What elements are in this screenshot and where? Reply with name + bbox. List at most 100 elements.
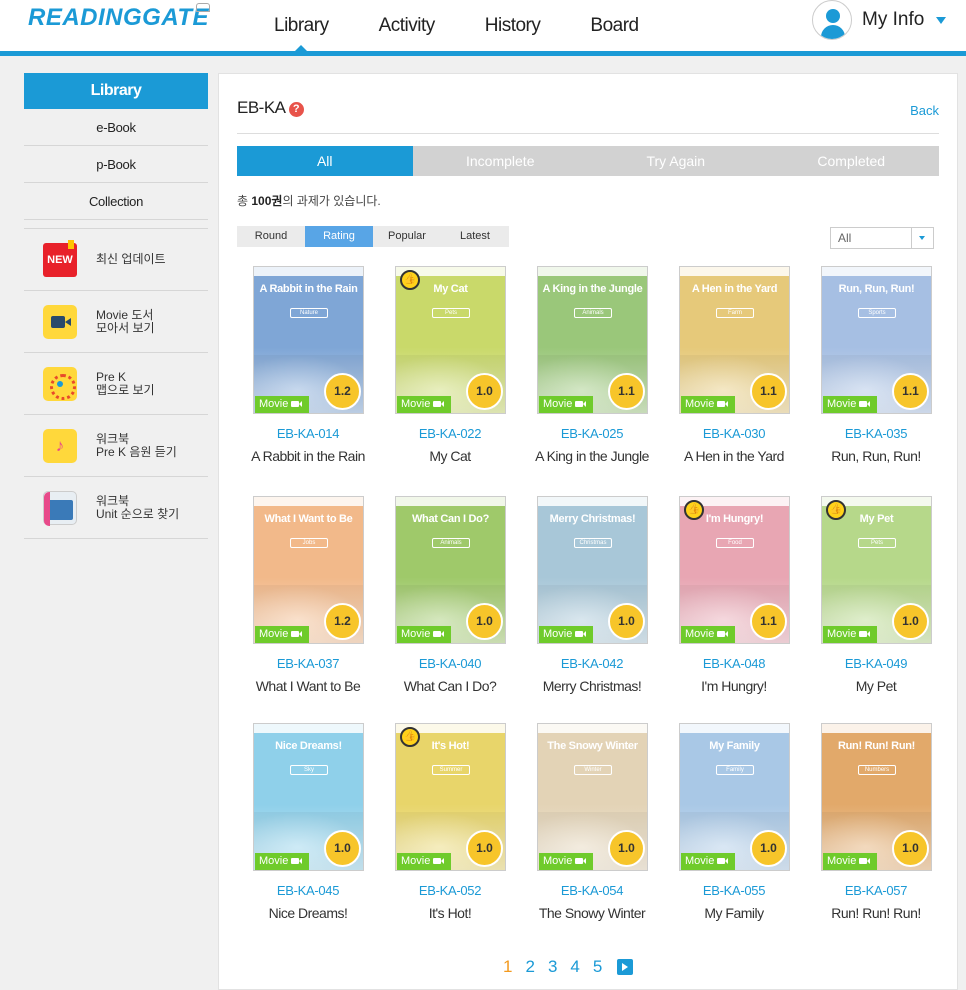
book-code[interactable]: EB-KA-048 (663, 656, 805, 671)
book-code[interactable]: EB-KA-057 (805, 883, 947, 898)
tab-completed[interactable]: Completed (764, 146, 940, 176)
sort-popular[interactable]: Popular (373, 226, 441, 247)
book-code[interactable]: EB-KA-040 (379, 656, 521, 671)
level-badge: 1.0 (466, 603, 503, 640)
movie-badge[interactable]: Movie (681, 396, 735, 413)
book-card[interactable]: Nice Dreams! Sky Movie 1.0 EB-KA-045 Nice Dre… (237, 723, 379, 956)
tab-incomplete[interactable]: Incomplete (413, 146, 589, 176)
movie-badge[interactable]: Movie (823, 626, 877, 643)
sidebar-item-latest-update[interactable]: NEW 최신 업데이트 (24, 229, 208, 291)
book-code[interactable]: EB-KA-037 (237, 656, 379, 671)
next-page-icon[interactable] (617, 959, 634, 975)
movie-badge[interactable]: Movie (255, 853, 309, 870)
sidebar-item-movie-books[interactable]: Movie 도서 모아서 보기 (24, 291, 208, 353)
page-1[interactable]: 1 (503, 957, 512, 977)
book-cover[interactable]: A Rabbit in the Rain Nature Movie 1.2 (253, 266, 364, 414)
book-card[interactable]: Merry Christmas! Christmas Movie 1.0 EB-KA-0… (521, 496, 663, 726)
nav-board[interactable]: Board (574, 0, 654, 51)
book-card[interactable]: A King in the Jungle Animals Movie 1.1 EB-KA… (521, 266, 663, 496)
back-link[interactable]: Back (910, 103, 939, 118)
book-cover[interactable]: It's Hot! Summer 👍 Movie 1.0 (395, 723, 506, 871)
book-code[interactable]: EB-KA-055 (663, 883, 805, 898)
book-card[interactable]: My Pet Pets 👍 Movie 1.0 EB-KA-049 My Pet (805, 496, 947, 726)
tab-try-again[interactable]: Try Again (588, 146, 764, 176)
movie-label: Movie (543, 398, 573, 410)
book-cover[interactable]: I'm Hungry! Food 👍 Movie 1.1 (679, 496, 790, 644)
book-card[interactable]: The Snowy Winter Winter Movie 1.0 EB-KA-054 T… (521, 723, 663, 956)
sidebar-item-workbook-unit[interactable]: 워크북 Unit 순으로 찾기 (24, 477, 208, 539)
book-cover[interactable]: The Snowy Winter Winter Movie 1.0 (537, 723, 648, 871)
book-cover[interactable]: Run, Run, Run! Sports Movie 1.1 (821, 266, 932, 414)
readinggate-logo[interactable]: READINGGATE (28, 3, 210, 32)
sidebar-item-prek-map[interactable]: Pre K 맵으로 보기 (24, 353, 208, 415)
cover-title: My Family (709, 740, 760, 752)
sort-rating[interactable]: Rating (305, 226, 373, 247)
book-code[interactable]: EB-KA-045 (237, 883, 379, 898)
sidebar-item-workbook-audio[interactable]: 워크북 Pre K 음원 듣기 (24, 415, 208, 477)
book-card[interactable]: A Hen in the Yard Farm Movie 1.1 EB-KA-030 A … (663, 266, 805, 496)
book-card[interactable]: My Cat Pets 👍 Movie 1.0 EB-KA-022 My Cat (379, 266, 521, 496)
book-card[interactable]: My Family Family Movie 1.0 EB-KA-055 My Famil… (663, 723, 805, 956)
movie-badge[interactable]: Movie (255, 396, 309, 413)
book-code[interactable]: EB-KA-022 (379, 426, 521, 441)
sidebar-title[interactable]: Library (24, 73, 208, 109)
movie-badge[interactable]: Movie (397, 626, 451, 643)
nav-history[interactable]: History (469, 0, 557, 51)
book-code[interactable]: EB-KA-042 (521, 656, 663, 671)
help-icon[interactable]: ? (288, 102, 304, 117)
movie-badge[interactable]: Movie (823, 853, 877, 870)
book-card[interactable]: A Rabbit in the Rain Nature Movie 1.2 EB-KA-… (237, 266, 379, 496)
page-2[interactable]: 2 (525, 957, 534, 977)
movie-badge[interactable]: Movie (823, 396, 877, 413)
book-cover[interactable]: Merry Christmas! Christmas Movie 1.0 (537, 496, 648, 644)
movie-badge[interactable]: Movie (397, 853, 451, 870)
book-card[interactable]: I'm Hungry! Food 👍 Movie 1.1 EB-KA-048 I'm Hun… (663, 496, 805, 726)
sidebar-item-ebook[interactable]: e-Book (24, 109, 208, 146)
book-cover[interactable]: What I Want to Be Jobs Movie 1.2 (253, 496, 364, 644)
filter-value: All (838, 231, 852, 245)
movie-badge[interactable]: Movie (539, 396, 593, 413)
sort-round[interactable]: Round (237, 226, 305, 247)
nav-activity[interactable]: Activity (363, 0, 451, 51)
page-4[interactable]: 4 (570, 957, 579, 977)
book-code[interactable]: EB-KA-035 (805, 426, 947, 441)
book-code[interactable]: EB-KA-052 (379, 883, 521, 898)
movie-badge[interactable]: Movie (681, 853, 735, 870)
movie-badge[interactable]: Movie (539, 853, 593, 870)
book-cover[interactable]: A Hen in the Yard Farm Movie 1.1 (679, 266, 790, 414)
my-info-menu[interactable]: My Info (812, 0, 947, 40)
filter-select[interactable]: All (830, 227, 934, 249)
level-badge: 1.0 (608, 830, 645, 867)
tab-all[interactable]: All (237, 146, 413, 176)
book-cover[interactable]: My Pet Pets 👍 Movie 1.0 (821, 496, 932, 644)
book-cover[interactable]: My Family Family Movie 1.0 (679, 723, 790, 871)
cover-theme-tag: Numbers (858, 765, 896, 775)
book-cover[interactable]: What Can I Do? Animals Movie 1.0 (395, 496, 506, 644)
sidebar-item-collection[interactable]: Collection (24, 183, 208, 220)
movie-badge[interactable]: Movie (681, 626, 735, 643)
book-code[interactable]: EB-KA-030 (663, 426, 805, 441)
book-card[interactable]: What I Want to Be Jobs Movie 1.2 EB-KA-037 Wh… (237, 496, 379, 726)
book-card[interactable]: Run, Run, Run! Sports Movie 1.1 EB-KA-035 Run… (805, 266, 947, 496)
book-card[interactable]: Run! Run! Run! Numbers Movie 1.0 EB-KA-057 Ru… (805, 723, 947, 956)
book-code[interactable]: EB-KA-025 (521, 426, 663, 441)
movie-badge[interactable]: Movie (397, 396, 451, 413)
book-code[interactable]: EB-KA-014 (237, 426, 379, 441)
book-card[interactable]: What Can I Do? Animals Movie 1.0 EB-KA-040 Wh… (379, 496, 521, 726)
level-badge: 1.1 (750, 373, 787, 410)
book-cover[interactable]: Run! Run! Run! Numbers Movie 1.0 (821, 723, 932, 871)
book-code[interactable]: EB-KA-049 (805, 656, 947, 671)
page-5[interactable]: 5 (593, 957, 602, 977)
sort-latest[interactable]: Latest (441, 226, 509, 247)
book-cover[interactable]: Nice Dreams! Sky Movie 1.0 (253, 723, 364, 871)
book-cover[interactable]: My Cat Pets 👍 Movie 1.0 (395, 266, 506, 414)
book-code[interactable]: EB-KA-054 (521, 883, 663, 898)
sidebar-item-pbook[interactable]: p-Book (24, 146, 208, 183)
book-cover[interactable]: A King in the Jungle Animals Movie 1.1 (537, 266, 648, 414)
chevron-down-icon[interactable] (911, 228, 933, 248)
movie-badge[interactable]: Movie (539, 626, 593, 643)
movie-badge[interactable]: Movie (255, 626, 309, 643)
book-card[interactable]: It's Hot! Summer 👍 Movie 1.0 EB-KA-052 It's Ho… (379, 723, 521, 956)
page-3[interactable]: 3 (548, 957, 557, 977)
nav-library[interactable]: Library (258, 0, 345, 51)
